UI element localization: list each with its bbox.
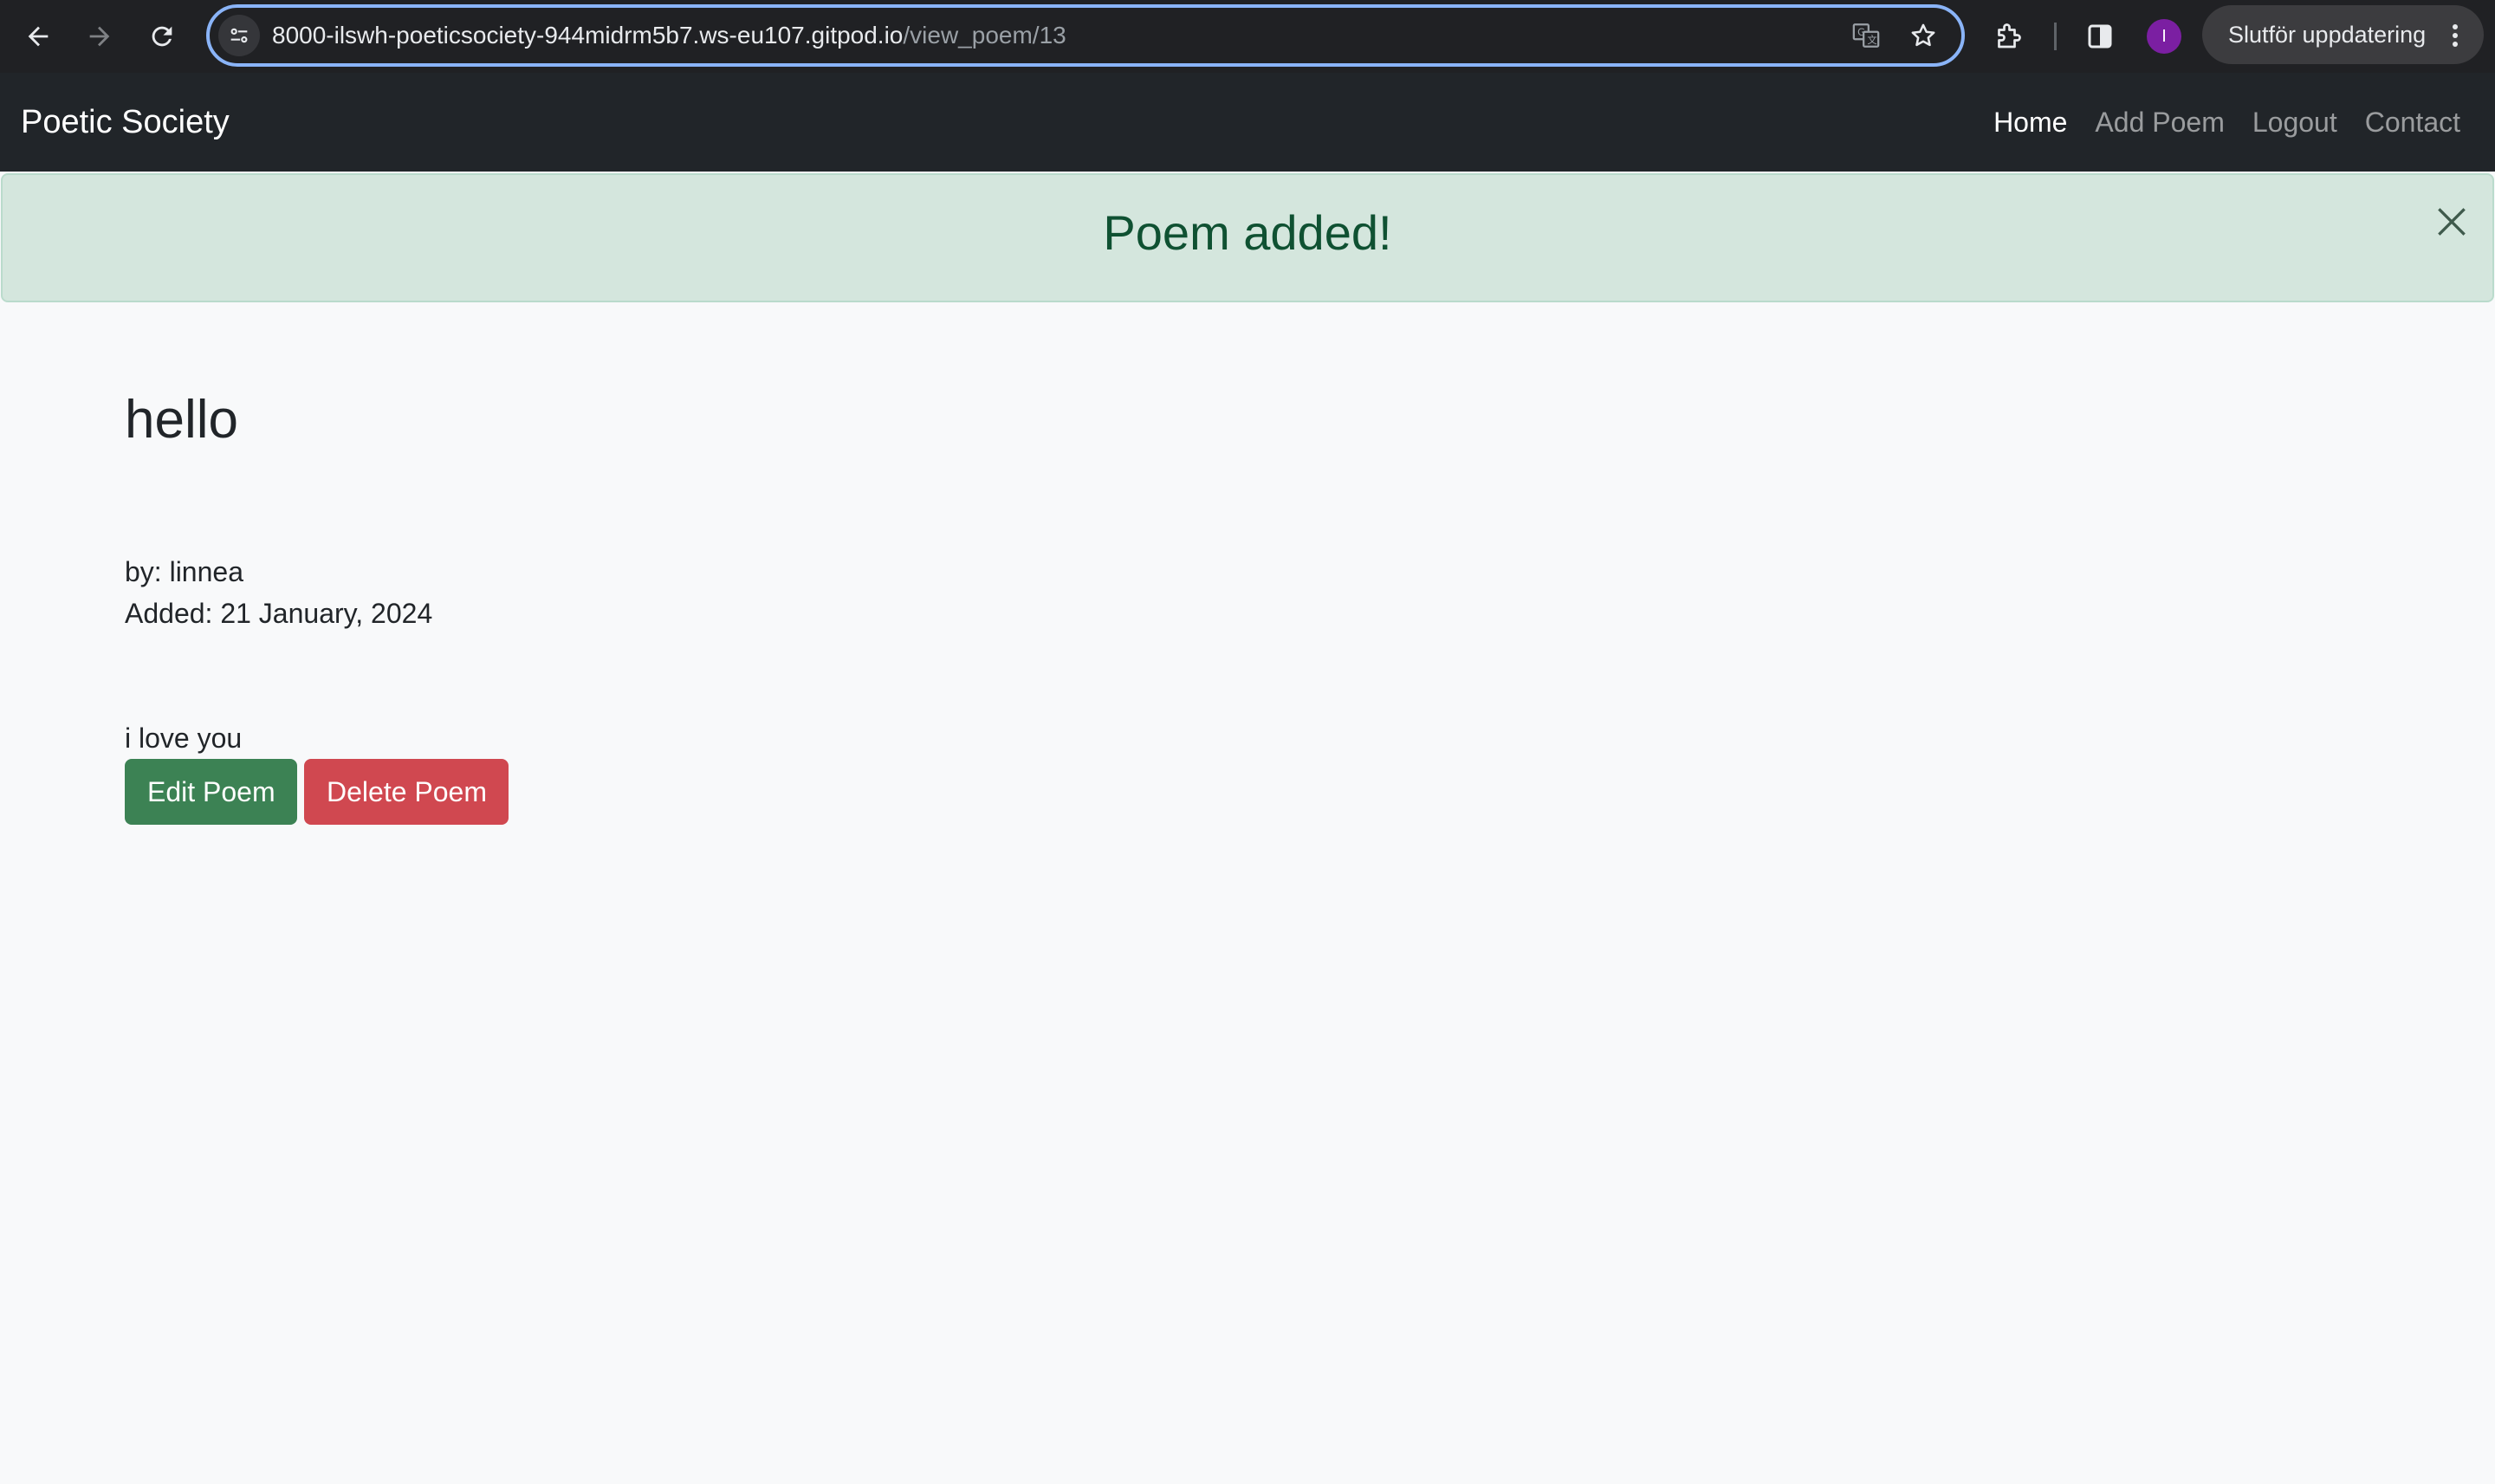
- side-panel-icon: [2088, 24, 2112, 49]
- forward-arrow-icon: [89, 26, 110, 47]
- extensions-icon: [1998, 23, 2021, 49]
- poem-body: i love you: [125, 723, 243, 754]
- poem-meta: by: linnea Added: 21 January, 2024: [125, 551, 432, 634]
- site-navbar: Poetic Society Home Add Poem Logout Cont…: [0, 73, 2495, 172]
- toolbar-divider: [2054, 23, 2057, 50]
- reload-icon: [152, 26, 172, 47]
- navbar-brand[interactable]: Poetic Society: [21, 73, 230, 172]
- delete-poem-button[interactable]: Delete Poem: [304, 759, 509, 825]
- svg-text:文: 文: [1867, 34, 1876, 46]
- extensions-button[interactable]: [1987, 16, 2029, 57]
- nav-link-logout[interactable]: Logout: [2252, 107, 2337, 139]
- poem-date: Added: 21 January, 2024: [125, 598, 433, 629]
- nav-link-add-poem[interactable]: Add Poem: [2095, 107, 2224, 139]
- url-host: 8000-ilswh-poeticsociety-944midrm5b7.ws-…: [272, 22, 904, 49]
- profile-avatar[interactable]: I: [2147, 19, 2181, 54]
- nav-links: Home Add Poem Logout Contact: [1966, 73, 2460, 172]
- reload-button[interactable]: [138, 12, 186, 61]
- svg-text:G: G: [1857, 26, 1865, 38]
- alert-message: Poem added!: [1103, 205, 1392, 260]
- alert-close-button[interactable]: [2433, 203, 2471, 241]
- side-panel-button[interactable]: [2079, 16, 2121, 57]
- nav-link-contact[interactable]: Contact: [2365, 107, 2460, 139]
- translate-button[interactable]: G 文: [1849, 18, 1883, 53]
- poem-author: by: linnea: [125, 556, 243, 587]
- translate-icon: G 文: [1852, 23, 1880, 48]
- site-settings-icon: [230, 28, 248, 43]
- poem-title: hello: [125, 390, 238, 450]
- update-label: Slutför uppdatering: [2228, 22, 2427, 48]
- kebab-menu-icon: [2453, 24, 2458, 47]
- site-info-button[interactable]: [218, 15, 260, 56]
- url-text[interactable]: 8000-ilswh-poeticsociety-944midrm5b7.ws-…: [272, 8, 1066, 63]
- back-arrow-icon: [28, 26, 49, 47]
- back-button[interactable]: [14, 12, 62, 61]
- star-icon: [1911, 23, 1935, 47]
- success-alert: Poem added!: [1, 173, 2494, 302]
- nav-link-home[interactable]: Home: [1993, 107, 2067, 139]
- url-path: /view_poem/13: [903, 22, 1066, 49]
- edit-poem-button[interactable]: Edit Poem: [125, 759, 297, 825]
- forward-button[interactable]: [75, 12, 124, 61]
- update-button[interactable]: Slutför uppdatering: [2202, 5, 2484, 64]
- close-icon: [2438, 208, 2466, 236]
- address-bar[interactable]: 8000-ilswh-poeticsociety-944midrm5b7.ws-…: [206, 4, 1965, 67]
- bookmark-button[interactable]: [1906, 18, 1941, 53]
- browser-toolbar: 8000-ilswh-poeticsociety-944midrm5b7.ws-…: [0, 0, 2495, 73]
- poem-container: hello: [125, 381, 238, 459]
